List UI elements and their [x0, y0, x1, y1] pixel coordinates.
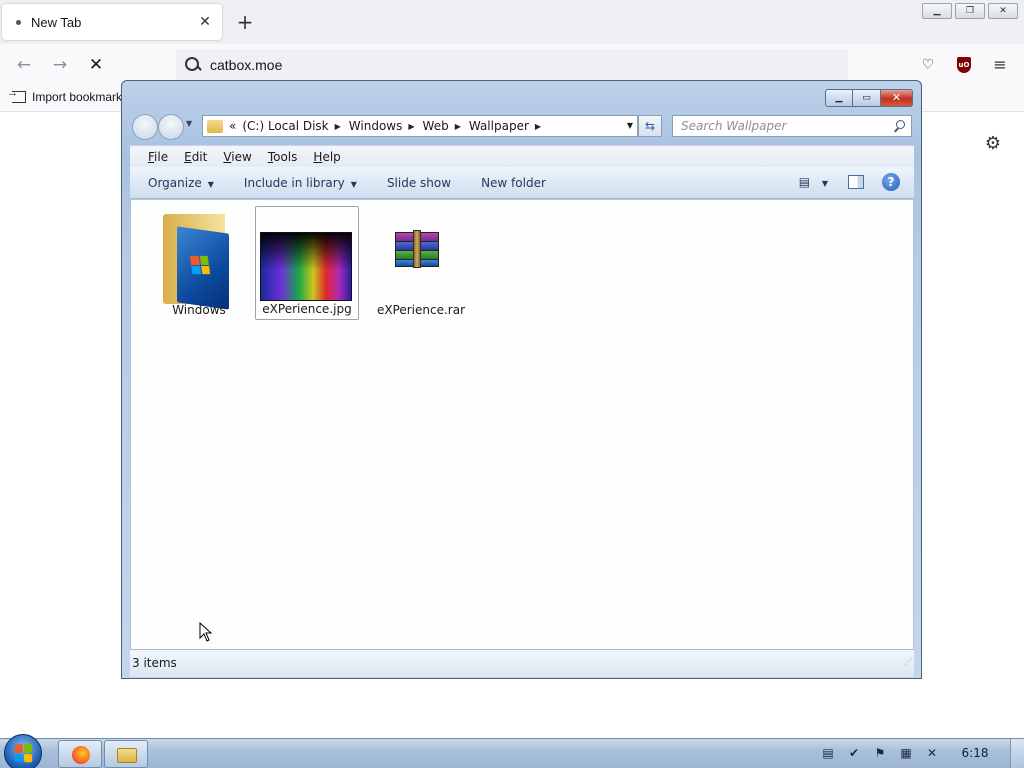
file-item-windows-folder[interactable]: Windows [147, 206, 251, 320]
chevron-down-icon: ▼ [207, 179, 214, 189]
breadcrumb-web[interactable]: Web [423, 119, 449, 133]
mouse-cursor-icon [199, 622, 213, 642]
file-name: eXPerience.jpg [262, 302, 352, 316]
file-list: Windows eXPerience.jpg eXPerience.rar [130, 200, 914, 649]
status-bar: 3 items ⋰ [130, 649, 914, 677]
explorer-caption-buttons: ▁ ▭ ✕ [825, 89, 913, 107]
menu-edit[interactable]: Edit [184, 150, 207, 164]
winrar-archive-icon [395, 230, 441, 268]
item-count: 3 items [132, 656, 177, 670]
explorer-forward-button[interactable] [158, 114, 184, 140]
notepad-icon[interactable]: ▤ [820, 745, 836, 761]
pocket-icon[interactable]: ♡ [917, 54, 939, 76]
firefox-icon [72, 746, 90, 764]
url-bar[interactable]: catbox.moe [176, 49, 848, 81]
volume-muted-icon[interactable]: ✕ [924, 745, 940, 761]
breadcrumb-local-disk[interactable]: (C:) Local Disk [242, 119, 328, 133]
menu-view[interactable]: View [223, 150, 251, 164]
clock[interactable]: 6:18 [950, 746, 1000, 760]
change-view-button[interactable]: ▤ ▼ [799, 175, 828, 189]
stop-button[interactable]: ✕ [82, 52, 110, 78]
explorer-maximize-button[interactable]: ▭ [853, 89, 881, 107]
menu-file[interactable]: File [148, 150, 168, 164]
windows-logo-icon [14, 743, 33, 763]
resize-grip-icon[interactable]: ⋰ [904, 649, 912, 675]
file-name: Windows [172, 303, 226, 317]
breadcrumb-wallpaper[interactable]: Wallpaper [469, 119, 529, 133]
gear-icon[interactable]: ⚙ [982, 133, 1004, 155]
taskbar: ▤ ✔ ⚑ ▦ ✕ 6:18 [0, 734, 1024, 768]
menu-icon[interactable]: ≡ [989, 54, 1011, 76]
search-input[interactable]: Search Wallpaper [672, 115, 912, 137]
network-icon[interactable]: ▦ [898, 745, 914, 761]
url-text: catbox.moe [210, 57, 283, 73]
chevron-right-icon[interactable]: ▶ [455, 122, 461, 131]
chevron-right-icon[interactable]: ▶ [335, 122, 341, 131]
browser-tabbar: New Tab ✕ + ▁ ❐ ✕ [0, 0, 1024, 44]
include-in-library-label: Include in library [243, 175, 345, 190]
chevron-right-icon[interactable]: ▶ [408, 122, 414, 131]
forward-button[interactable]: → [46, 52, 74, 78]
help-icon[interactable]: ? [882, 173, 900, 191]
folder-icon [207, 119, 223, 133]
menu-help-rest: elp [322, 149, 341, 164]
breadcrumb-overflow[interactable]: « [229, 119, 236, 133]
new-folder-button[interactable]: New folder [481, 176, 546, 190]
minimize-button[interactable]: ▁ [922, 3, 952, 19]
explorer-nav-row: ▼ « (C:) Local Disk ▶ Windows ▶ Web ▶ Wa… [130, 113, 916, 140]
loading-icon [16, 19, 21, 25]
chevron-right-icon[interactable]: ▶ [535, 122, 541, 131]
preview-pane-icon[interactable] [848, 175, 864, 189]
tab-new-tab[interactable]: New Tab ✕ [2, 4, 222, 40]
explorer-window: ▁ ▭ ✕ ▼ « (C:) Local Disk ▶ Windows ▶ We… [121, 80, 922, 679]
recent-pages-icon[interactable]: ▼ [186, 119, 192, 128]
new-tab-button[interactable]: + [232, 10, 258, 36]
menu-edit-rest: dit [191, 149, 208, 164]
chevron-down-icon: ▼ [350, 179, 357, 189]
file-name: eXPerience.rar [376, 303, 466, 317]
back-button[interactable]: ← [10, 52, 38, 78]
menu-file-rest: ile [154, 149, 169, 164]
folder-icon [163, 214, 229, 310]
refresh-button[interactable]: ⇆ [638, 115, 662, 137]
restore-button[interactable]: ❐ [955, 3, 985, 19]
tab-close-icon[interactable]: ✕ [194, 11, 216, 33]
search-icon[interactable] [893, 119, 907, 133]
include-in-library-button[interactable]: Include in library ▼ [244, 176, 357, 190]
close-button[interactable]: ✕ [988, 3, 1018, 19]
ublock-icon[interactable]: uO [953, 54, 975, 76]
security-icon[interactable]: ✔ [846, 745, 862, 761]
start-button[interactable] [4, 734, 42, 768]
tab-title: New Tab [31, 14, 82, 30]
image-thumbnail [260, 232, 352, 301]
explorer-close-button[interactable]: ✕ [881, 89, 913, 107]
explorer-minimize-button[interactable]: ▁ [825, 89, 853, 107]
import-bookmarks-link[interactable]: Import bookmarks... [7, 87, 138, 104]
taskbar-firefox-button[interactable] [58, 740, 102, 768]
explorer-command-bar: Organize ▼ Include in library ▼ Slide show… [130, 167, 914, 199]
breadcrumb-windows[interactable]: Windows [349, 119, 403, 133]
file-item-experience-rar[interactable]: eXPerience.rar [369, 206, 473, 320]
explorer-back-button[interactable] [132, 114, 158, 140]
address-bar[interactable]: « (C:) Local Disk ▶ Windows ▶ Web ▶ Wall… [202, 115, 638, 137]
system-tray: ▤ ✔ ⚑ ▦ ✕ [820, 745, 940, 761]
organize-button[interactable]: Organize ▼ [148, 176, 214, 190]
import-icon [7, 87, 26, 103]
menu-view-rest: iew [231, 149, 252, 164]
menu-tools[interactable]: Tools [268, 150, 298, 164]
show-desktop-button[interactable] [1010, 739, 1024, 768]
taskbar-explorer-button[interactable] [104, 740, 148, 768]
chevron-down-icon[interactable]: ▼ [627, 121, 633, 130]
search-icon [184, 56, 202, 74]
action-center-flag-icon[interactable]: ⚑ [872, 745, 888, 761]
search-placeholder: Search Wallpaper [681, 119, 787, 133]
menu-tools-rest: ools [273, 149, 298, 164]
slide-show-button[interactable]: Slide show [387, 176, 451, 190]
menu-help[interactable]: Help [313, 150, 340, 164]
explorer-icon [117, 748, 137, 763]
explorer-menubar: File Edit View Tools Help [130, 145, 914, 167]
organize-label: Organize [148, 175, 202, 190]
file-item-experience-jpg[interactable]: eXPerience.jpg [255, 206, 359, 320]
window-controls: ▁ ❐ ✕ [922, 3, 1018, 19]
